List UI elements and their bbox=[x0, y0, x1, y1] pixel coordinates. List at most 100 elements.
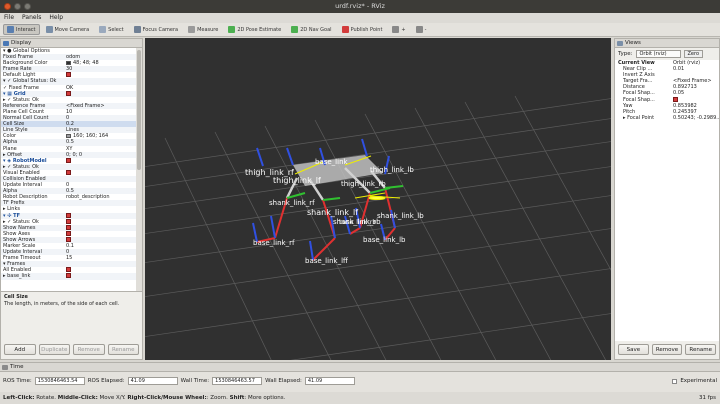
frame-label: thigh_link_lb bbox=[370, 166, 414, 174]
ros-elapsed-field[interactable]: 41.09 bbox=[127, 377, 178, 385]
tool-label: 2D Pose Estimate bbox=[237, 26, 282, 33]
pose-estimate-icon bbox=[228, 26, 236, 33]
duplicate-button[interactable]: Duplicate bbox=[38, 344, 70, 355]
checkbox[interactable] bbox=[673, 96, 678, 102]
menu-help[interactable]: Help bbox=[49, 13, 63, 23]
checkbox[interactable] bbox=[66, 273, 71, 279]
wall-time-label: Wall Time: bbox=[180, 378, 210, 384]
tool-label: + bbox=[401, 26, 406, 33]
status-bar: Left-Click: Rotate. Middle-Click: Move X… bbox=[0, 392, 720, 404]
ros-time-field[interactable]: 1530846463.54 bbox=[34, 377, 85, 385]
nav-goal-icon bbox=[291, 26, 299, 33]
checkbox[interactable] bbox=[66, 72, 71, 78]
color-swatch bbox=[66, 133, 71, 138]
interact-icon bbox=[7, 26, 14, 33]
maximize-window-icon[interactable] bbox=[24, 3, 31, 10]
tool-label: Focus Camera bbox=[142, 26, 179, 33]
save-view-button[interactable]: Save bbox=[618, 344, 649, 355]
frame-label: base_link bbox=[315, 158, 349, 166]
display-panel: Display ▾ ● Global Options Fixed Frame od… bbox=[0, 38, 143, 360]
display-row[interactable]: ▸ base_link bbox=[1, 273, 136, 280]
tool-remove-tool[interactable]: - bbox=[412, 24, 431, 35]
tool-label: 2D Nav Goal bbox=[300, 26, 332, 33]
clock-icon bbox=[2, 365, 8, 370]
tool-nav-goal[interactable]: 2D Nav Goal bbox=[287, 24, 335, 35]
menu-panels[interactable]: Panels bbox=[22, 13, 41, 23]
rename-view-button[interactable]: Rename bbox=[685, 344, 717, 355]
add-tool-icon bbox=[392, 26, 400, 33]
ros-elapsed-label: ROS Elapsed: bbox=[87, 378, 125, 384]
color-swatch bbox=[66, 60, 71, 65]
checkbox[interactable] bbox=[66, 218, 71, 224]
close-window-icon[interactable] bbox=[4, 3, 11, 10]
frame-label: shank_link_rf bbox=[269, 199, 315, 207]
display-panel-header: Display bbox=[1, 39, 142, 48]
display-panel-icon bbox=[3, 41, 9, 46]
frame-label: thigh_link_rb bbox=[341, 180, 386, 188]
remove-view-button[interactable]: Remove bbox=[651, 344, 683, 355]
add-button[interactable]: Add bbox=[4, 344, 36, 355]
tool-interact[interactable]: Interact bbox=[3, 24, 40, 35]
remove-tool-icon bbox=[415, 26, 423, 33]
checkbox[interactable] bbox=[66, 230, 71, 236]
tool-label: - bbox=[424, 26, 427, 33]
scene-svg: thigh_link_rfthigh_link_lfbase_linkthigh… bbox=[145, 95, 611, 360]
measure-icon bbox=[188, 26, 196, 33]
title-bar: urdf.rviz* - RViz bbox=[0, 0, 720, 13]
tool-label: Move Camera bbox=[54, 26, 90, 33]
experimental-checkbox[interactable] bbox=[672, 378, 678, 384]
fps-readout: 31 fps bbox=[698, 395, 716, 401]
wall-time-field[interactable]: 1530846463.57 bbox=[212, 377, 263, 385]
menu-file[interactable]: File bbox=[4, 13, 14, 23]
view-type-select[interactable]: Orbit (rviz) bbox=[635, 50, 681, 58]
move-camera-icon bbox=[45, 26, 53, 33]
menu-bar: File Panels Help bbox=[0, 13, 720, 23]
tool-select[interactable]: Select bbox=[95, 24, 127, 35]
frame-label: thigh_link_lf bbox=[273, 176, 321, 185]
view-property-row[interactable]: ▸ Focal Point 0.50243; -0.2989... bbox=[615, 115, 719, 121]
checkbox[interactable] bbox=[66, 90, 71, 96]
tool-focus-camera[interactable]: Focus Camera bbox=[130, 24, 183, 35]
display-scrollbar[interactable] bbox=[136, 48, 142, 291]
publish-point-icon bbox=[341, 26, 349, 33]
frame-label: shank_link_lb bbox=[377, 212, 424, 220]
view-type-label: Type: bbox=[618, 51, 633, 57]
checkbox[interactable] bbox=[66, 169, 71, 175]
time-panel: Time ROS Time: 1530846463.54 ROS Elapsed… bbox=[0, 362, 720, 392]
zero-button[interactable]: Zero bbox=[683, 50, 704, 58]
wall-elapsed-field[interactable]: 41.09 bbox=[304, 377, 355, 385]
help-text: The length, in meters, of the side of ea… bbox=[4, 301, 120, 307]
frame-label: base_link_rb bbox=[339, 219, 376, 226]
tool-measure[interactable]: Measure bbox=[184, 24, 222, 35]
minimize-window-icon[interactable] bbox=[14, 3, 21, 10]
status-left-click: Left-Click: bbox=[3, 395, 35, 401]
checkbox[interactable] bbox=[66, 224, 71, 230]
tool-label: Measure bbox=[197, 26, 219, 33]
tool-label: Interact bbox=[16, 26, 36, 33]
tool-move-camera[interactable]: Move Camera bbox=[42, 24, 94, 35]
wall-elapsed-label: Wall Elapsed: bbox=[265, 378, 302, 384]
property-value[interactable] bbox=[66, 273, 136, 279]
property-name: ▸ base_link bbox=[3, 273, 31, 280]
tool-label: Select bbox=[108, 26, 124, 33]
remove-button[interactable]: Remove bbox=[73, 344, 105, 355]
views-tree[interactable]: Current View Orbit (rviz) Near Clip ... 0.0… bbox=[615, 60, 719, 341]
checkbox[interactable] bbox=[66, 212, 71, 218]
frame-label: base_link_rf bbox=[253, 239, 295, 247]
rename-button[interactable]: Rename bbox=[107, 344, 139, 355]
checkbox[interactable] bbox=[66, 267, 71, 273]
select-icon bbox=[99, 26, 107, 33]
frame-label: shank_link_lf bbox=[307, 208, 358, 217]
tool-add-tool[interactable]: + bbox=[388, 24, 409, 35]
checkbox[interactable] bbox=[66, 157, 71, 163]
display-tree[interactable]: ▾ ● Global Options Fixed Frame odom Backg… bbox=[1, 48, 136, 291]
frame-label: base_link_lff bbox=[305, 257, 348, 265]
experimental-label: Experimental bbox=[680, 378, 717, 384]
views-panel-header: Views bbox=[615, 39, 719, 48]
time-panel-header: Time bbox=[0, 363, 720, 372]
tool-publish-point[interactable]: Publish Point bbox=[338, 24, 387, 35]
tool-pose-estimate[interactable]: 2D Pose Estimate bbox=[224, 24, 285, 35]
tool-label: Publish Point bbox=[350, 26, 383, 33]
checkbox[interactable] bbox=[66, 236, 71, 242]
3d-viewport[interactable]: thigh_link_rf thigh_link_lf base_link thigh… bbox=[145, 38, 611, 360]
